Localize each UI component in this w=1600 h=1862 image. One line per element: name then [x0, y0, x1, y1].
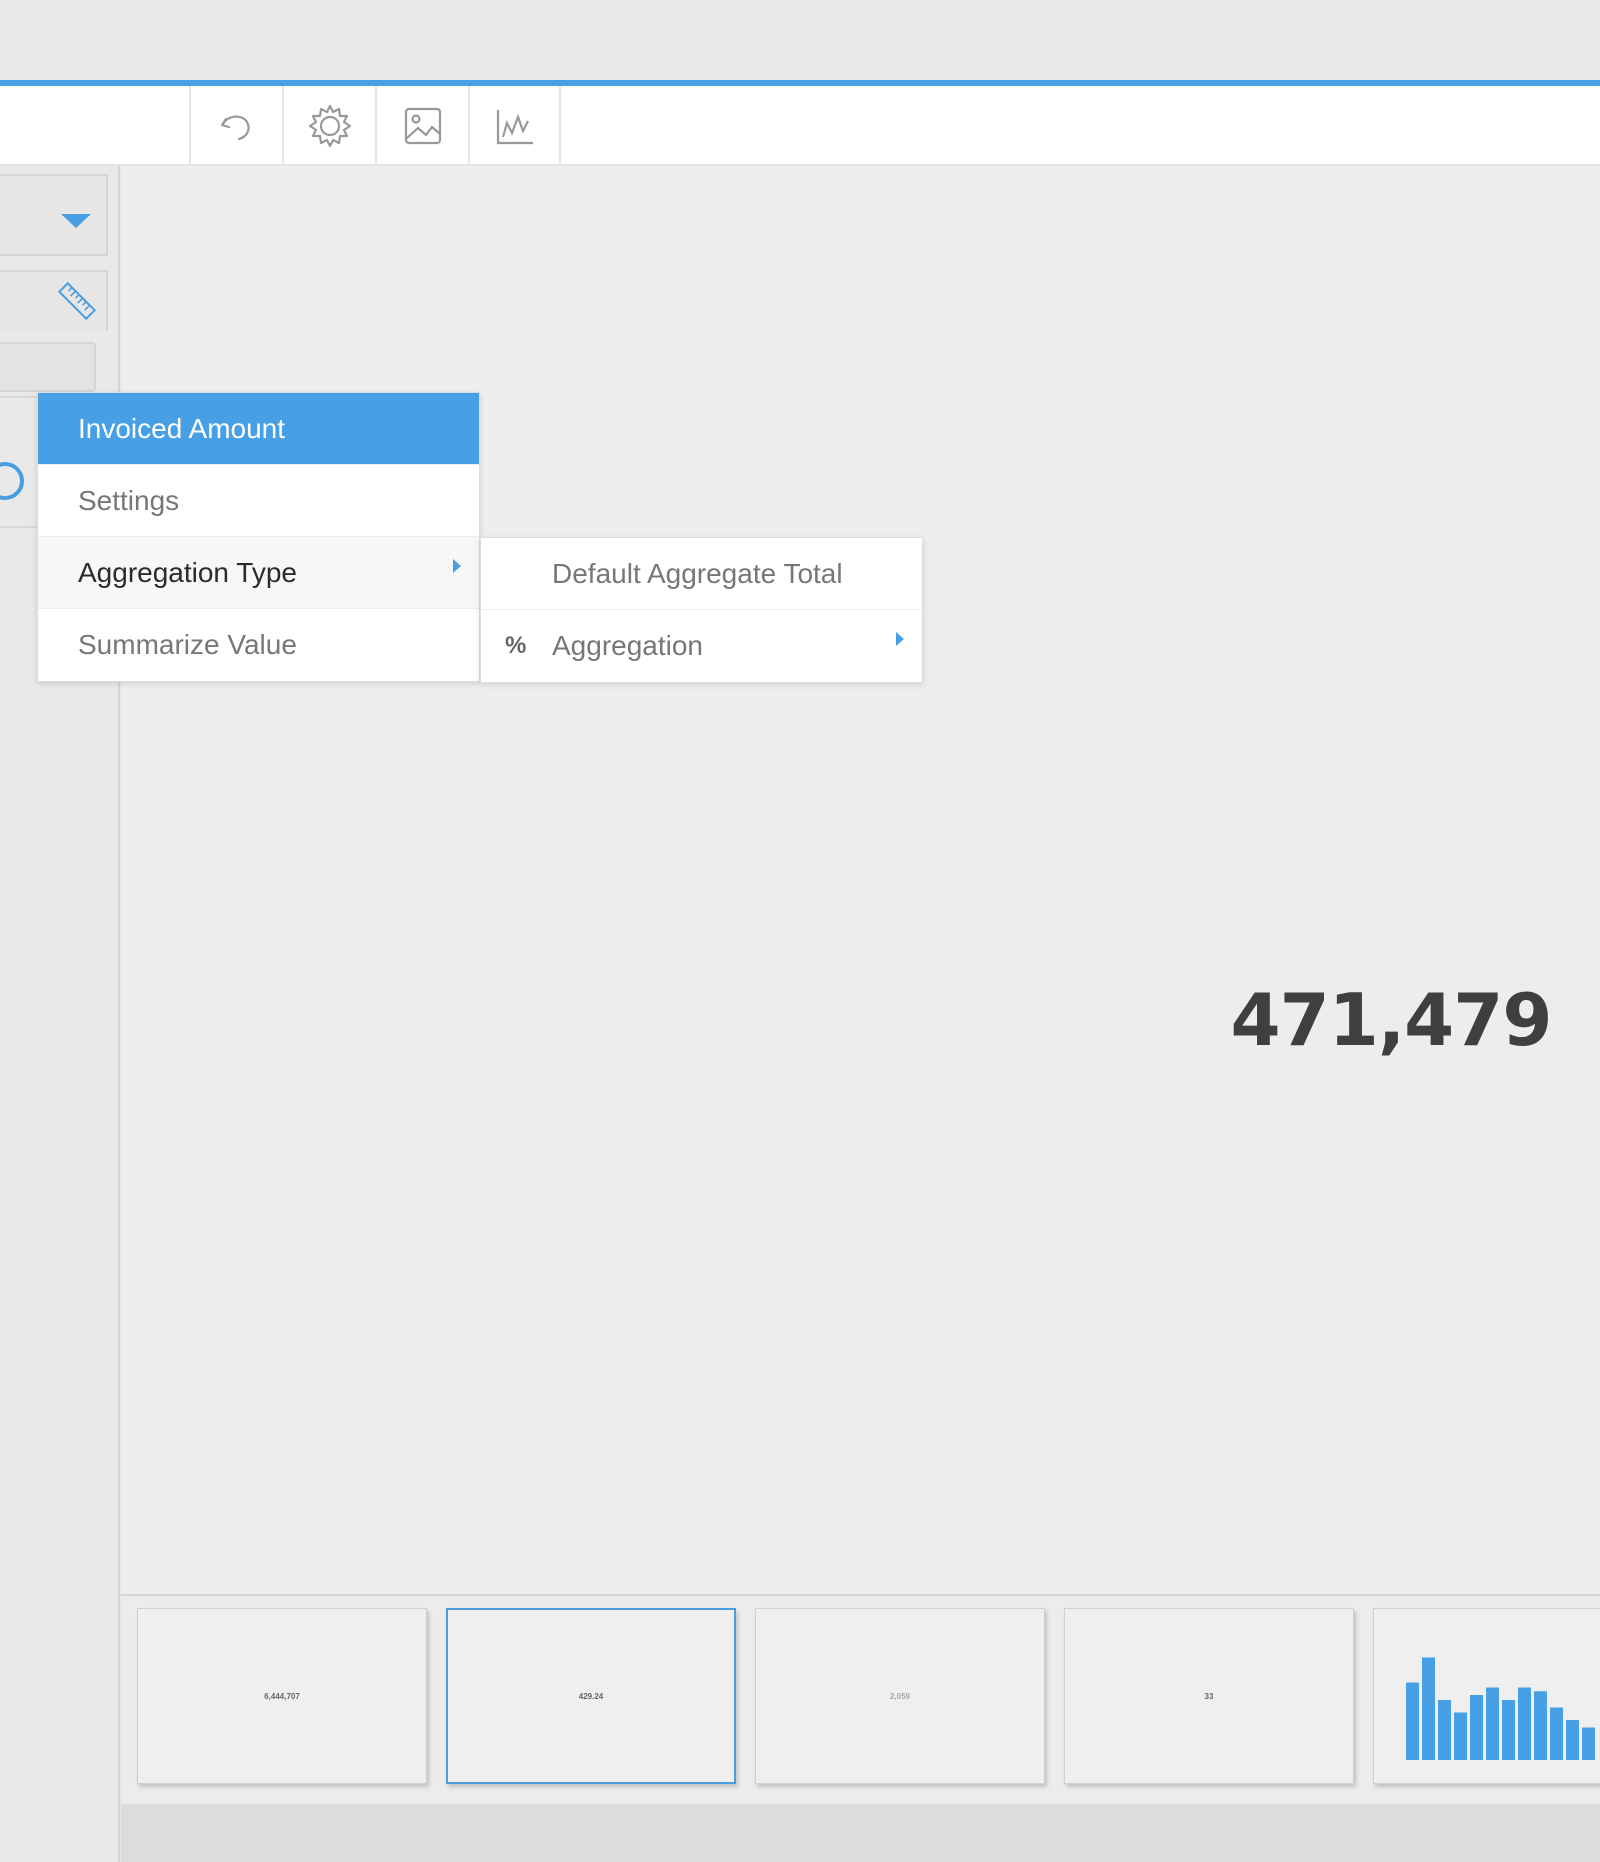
context-menu-header: Invoiced Amount — [38, 393, 479, 465]
thumbnail-bar — [1582, 1727, 1595, 1760]
top-bar — [0, 0, 1600, 80]
thumbnail-bar — [1502, 1700, 1515, 1760]
chevron-down-icon — [61, 214, 91, 228]
context-menu-header-label: Invoiced Amount — [78, 412, 286, 444]
thumbnail-1[interactable]: 6,444,707 — [137, 1608, 427, 1784]
menu-item-aggregation-type[interactable]: Aggregation Type — [38, 537, 479, 609]
thumbnail-bar — [1486, 1687, 1499, 1760]
thumbnail-bar — [1438, 1700, 1451, 1760]
undo-button[interactable] — [189, 86, 282, 166]
thumbnail-5[interactable] — [1373, 1608, 1600, 1784]
filmstrip: 6,444,707 429.24 2,059 33 — [121, 1594, 1600, 1804]
thumbnail-label: 2,059 — [889, 1691, 911, 1701]
thumbnail-2[interactable]: 429.24 — [446, 1608, 736, 1784]
toggle-icon[interactable] — [0, 462, 24, 500]
bar-chart-thumbnail — [1406, 1657, 1595, 1760]
thumbnail-label: 33 — [1204, 1691, 1214, 1701]
left-panel-field[interactable] — [0, 342, 96, 392]
submenu-item-default-aggregate-total[interactable]: Default Aggregate Total — [481, 538, 922, 610]
toolbar — [0, 86, 1600, 166]
undo-icon — [220, 115, 250, 141]
thumbnail-label: 429.24 — [578, 1691, 604, 1701]
menu-item-label: Settings — [78, 484, 180, 516]
gear-icon — [308, 104, 351, 148]
thumbnail-label: 6,444,707 — [264, 1691, 300, 1701]
menu-item-label: Default Aggregate Total — [552, 557, 843, 589]
context-menu: Invoiced Amount Settings Aggregation Typ… — [37, 392, 480, 682]
line-chart-icon — [496, 110, 533, 145]
settings-button[interactable] — [282, 86, 375, 166]
thumbnail-3[interactable]: 2,059 — [755, 1608, 1045, 1784]
menu-item-label: Aggregation — [552, 630, 704, 661]
kpi-widget[interactable]: 471,479 — [1221, 951, 1561, 1089]
ruler-icon — [57, 281, 97, 321]
submenu-item-aggregation[interactable]: % Aggregation — [481, 610, 922, 682]
percent-icon: % — [505, 632, 527, 659]
thumbnail-4[interactable]: 33 — [1064, 1608, 1354, 1784]
thumbnail-bar — [1566, 1720, 1579, 1760]
menu-item-summarize-value[interactable]: Summarize Value — [38, 609, 479, 681]
menu-item-label: Aggregation Type — [78, 556, 297, 588]
thumbnail-bar — [1454, 1712, 1467, 1760]
submenu-arrow-icon — [896, 632, 904, 646]
chart-button[interactable] — [468, 86, 561, 166]
kpi-value: 471,479 — [1230, 978, 1553, 1062]
left-panel-ruler-row[interactable] — [0, 270, 108, 330]
image-button[interactable] — [375, 86, 468, 166]
aggregation-submenu: Default Aggregate Total % Aggregation — [480, 537, 923, 683]
bottom-bar — [121, 1804, 1600, 1862]
thumbnail-bar — [1534, 1691, 1547, 1760]
menu-item-label: Summarize Value — [78, 629, 297, 660]
left-panel-dropdown[interactable] — [0, 174, 108, 256]
thumbnail-bar — [1518, 1687, 1531, 1760]
submenu-arrow-icon — [453, 559, 461, 573]
report-canvas: 471,479 — [121, 166, 1600, 1594]
menu-item-settings[interactable]: Settings — [38, 465, 479, 537]
thumbnail-bar — [1406, 1682, 1419, 1760]
thumbnail-bar — [1470, 1695, 1483, 1760]
image-icon — [404, 107, 441, 145]
thumbnail-bar — [1422, 1657, 1435, 1760]
thumbnail-bar — [1550, 1707, 1563, 1760]
